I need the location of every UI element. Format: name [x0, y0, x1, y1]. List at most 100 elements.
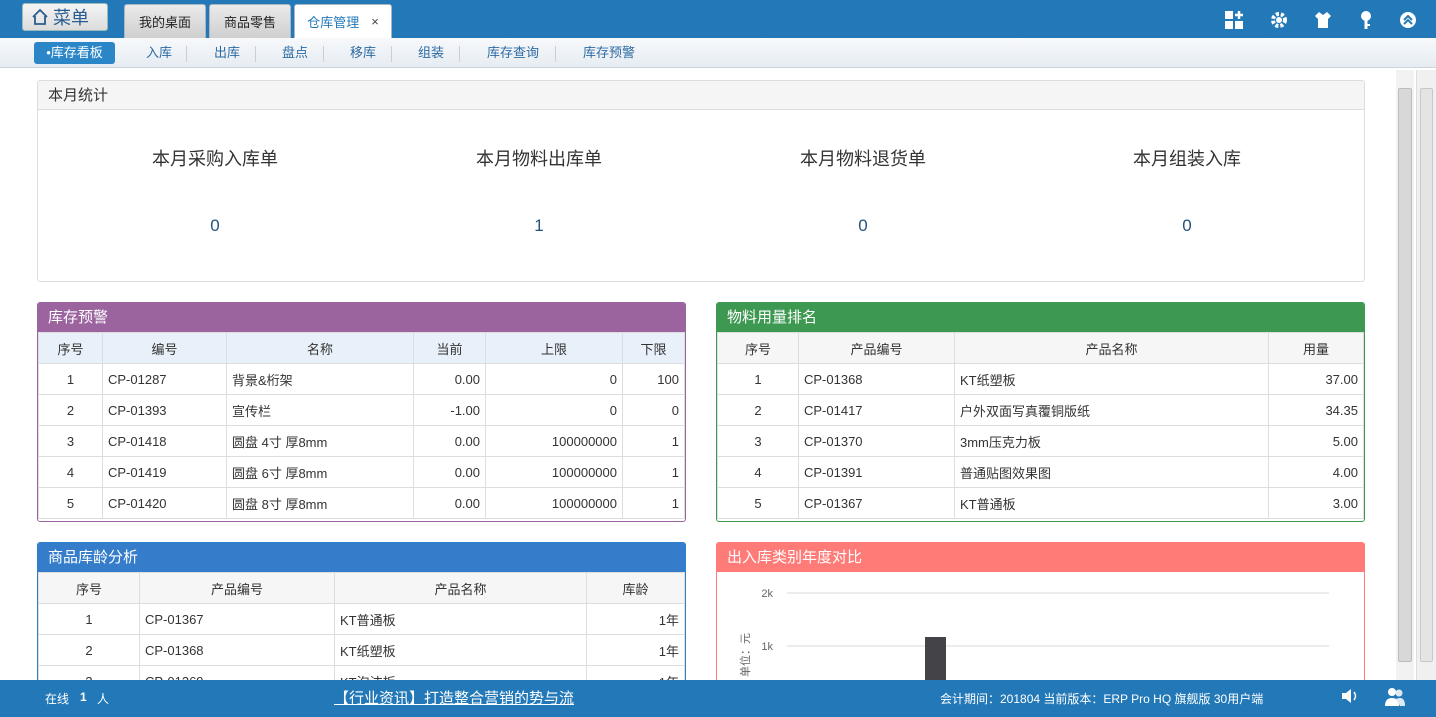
key-icon[interactable] — [1356, 10, 1376, 30]
table-row[interactable]: 3CP-01369KT泡沫板1年 — [38, 665, 685, 680]
online-count: 1 — [80, 690, 87, 704]
tab-label: 仓库管理 — [307, 15, 360, 30]
cell: 0 — [622, 394, 685, 426]
cell: 0 — [485, 394, 623, 426]
grid-add-icon[interactable] — [1224, 10, 1244, 30]
cell: 圆盘 8寸 厚8mm — [226, 487, 414, 519]
table-row[interactable]: 4 CP-01391 普通贴图效果图 4.00 — [717, 456, 1364, 488]
subnav-inbound[interactable]: 入库 — [138, 42, 180, 64]
stock-age-panel: 商品库龄分析 序号 产品编号 产品名称 库龄 1 CP-01367 KT普通板 1年 2 CP… — [37, 542, 686, 680]
table-row[interactable]: 1 CP-01368 KT纸塑板 37.00 — [717, 363, 1364, 395]
stat-label: 本月组装入库 — [1133, 149, 1241, 169]
y-tick-label: 2k — [761, 588, 773, 600]
table-row[interactable]: 5 CP-01367 KT普通板 3.00 — [717, 487, 1364, 519]
cell: CP-01287 — [102, 363, 227, 395]
table-row[interactable]: 2 CP-01368 KT纸塑板 1年 — [38, 634, 685, 666]
divider — [255, 46, 256, 62]
panel-title: 出入库类别年度对比 — [717, 543, 1364, 572]
column-header: 下限 — [622, 332, 685, 364]
tab-my-desktop[interactable]: 我的桌面 — [124, 4, 206, 38]
cell: -1.00 — [413, 394, 486, 426]
table-row[interactable]: 4 CP-01419 圆盘 6寸 厚8mm 0.00 100000000 1 — [38, 456, 685, 488]
window-scrollbar[interactable] — [1416, 70, 1436, 680]
cell: CP-01418 — [102, 425, 227, 457]
volume-icon[interactable] — [1340, 686, 1360, 706]
cell: 100 — [622, 363, 685, 395]
content-scrollbar[interactable] — [1396, 70, 1414, 680]
stat-material-outbound: 本月物料出库单 1 — [414, 145, 664, 236]
cell: 背景&桁架 — [226, 363, 414, 395]
home-icon — [32, 8, 48, 25]
cell: 100000000 — [485, 425, 623, 457]
stat-value[interactable]: 0 — [738, 216, 988, 236]
shirt-icon[interactable] — [1313, 10, 1333, 30]
table-row[interactable]: 3 CP-01370 3mm压克力板 5.00 — [717, 425, 1364, 457]
cell: KT纸塑板 — [334, 634, 587, 666]
subnav-assembly[interactable]: 组装 — [410, 42, 452, 64]
cell: 100000000 — [485, 456, 623, 488]
users-icon[interactable] — [1384, 686, 1406, 708]
stat-assembly-inbound: 本月组装入库 0 — [1062, 145, 1312, 236]
cell: CP-01393 — [102, 394, 227, 426]
table-header: 序号 编号 名称 当前 上限 下限 — [38, 332, 685, 364]
cell: 34.35 — [1268, 394, 1364, 426]
cell: 3 — [717, 425, 799, 457]
column-header: 库龄 — [586, 572, 685, 604]
cell: 100000000 — [485, 487, 623, 519]
divider — [391, 46, 392, 62]
cell: 圆盘 4寸 厚8mm — [226, 425, 414, 457]
cell: 1 — [38, 603, 140, 635]
online-label: 在线 — [45, 692, 70, 706]
table-row[interactable]: 3 CP-01418 圆盘 4寸 厚8mm 0.00 100000000 1 — [38, 425, 685, 457]
tab-warehouse[interactable]: 仓库管理 × — [294, 4, 392, 38]
cell: 4 — [717, 456, 799, 488]
y-axis-label: 单位：元 — [738, 633, 752, 677]
cell: CP-01367 — [798, 487, 955, 519]
cell: CP-01368 — [139, 634, 335, 666]
subnav-stocktake[interactable]: 盘点 — [274, 42, 316, 64]
subnav-stock-query[interactable]: 库存查询 — [478, 42, 548, 64]
column-header: 产品编号 — [798, 332, 955, 364]
cell: 37.00 — [1268, 363, 1364, 395]
tab-retail[interactable]: 商品零售 — [209, 4, 291, 38]
close-icon[interactable]: × — [371, 14, 379, 29]
cell: CP-01420 — [102, 487, 227, 519]
cell: KT纸塑板 — [954, 363, 1269, 395]
table-row[interactable]: 1 CP-01367 KT普通板 1年 — [38, 603, 685, 635]
news-link[interactable]: 【行业资讯】打造整合营销的势与流 — [334, 687, 574, 708]
table-row[interactable]: 5 CP-01420 圆盘 8寸 厚8mm 0.00 100000000 1 — [38, 487, 685, 519]
settings-gear-icon[interactable] — [1269, 10, 1289, 30]
cell: 宣传栏 — [226, 394, 414, 426]
cell: 普通贴图效果图 — [954, 456, 1269, 488]
stat-value[interactable]: 0 — [1062, 216, 1312, 236]
column-header: 上限 — [485, 332, 623, 364]
column-header: 当前 — [413, 332, 486, 364]
subnav-stock-alert[interactable]: 库存预警 — [574, 42, 644, 64]
collapse-up-icon[interactable] — [1398, 10, 1418, 30]
cell: 3.00 — [1268, 487, 1364, 519]
subnav-inventory-board[interactable]: •库存看板 — [34, 42, 115, 64]
cell: 1 — [717, 363, 799, 395]
table-row[interactable]: 1 CP-01287 背景&桁架 0.00 0 100 — [38, 363, 685, 395]
scrollbar-thumb[interactable] — [1398, 88, 1412, 662]
table-row[interactable]: 2 CP-01417 户外双面写真覆铜版纸 34.35 — [717, 394, 1364, 426]
column-header: 用量 — [1268, 332, 1364, 364]
column-header: 产品名称 — [954, 332, 1269, 364]
scrollbar-thumb[interactable] — [1420, 88, 1433, 662]
subnav-outbound[interactable]: 出库 — [206, 42, 248, 64]
menu-label: 菜单 — [53, 8, 89, 28]
stat-value[interactable]: 0 — [90, 216, 340, 236]
stock-alert-panel: 库存预警 序号 编号 名称 当前 上限 下限 1 CP-01287 背景&桁架 0.00 0 100… — [37, 302, 686, 522]
menu-button[interactable]: 菜单 — [22, 3, 108, 31]
cell: 2 — [717, 394, 799, 426]
table-row[interactable]: 2 CP-01393 宣传栏 -1.00 0 0 — [38, 394, 685, 426]
subnav-transfer[interactable]: 移库 — [342, 42, 384, 64]
cell: CP-01368 — [798, 363, 955, 395]
chart-bar[interactable] — [925, 636, 946, 680]
cell: 4 — [38, 456, 103, 488]
panel-title: 本月统计 — [38, 81, 1364, 110]
column-header: 序号 — [38, 332, 103, 364]
cell: 1年 — [586, 665, 685, 680]
cell: CP-01417 — [798, 394, 955, 426]
stat-value[interactable]: 1 — [414, 216, 664, 236]
